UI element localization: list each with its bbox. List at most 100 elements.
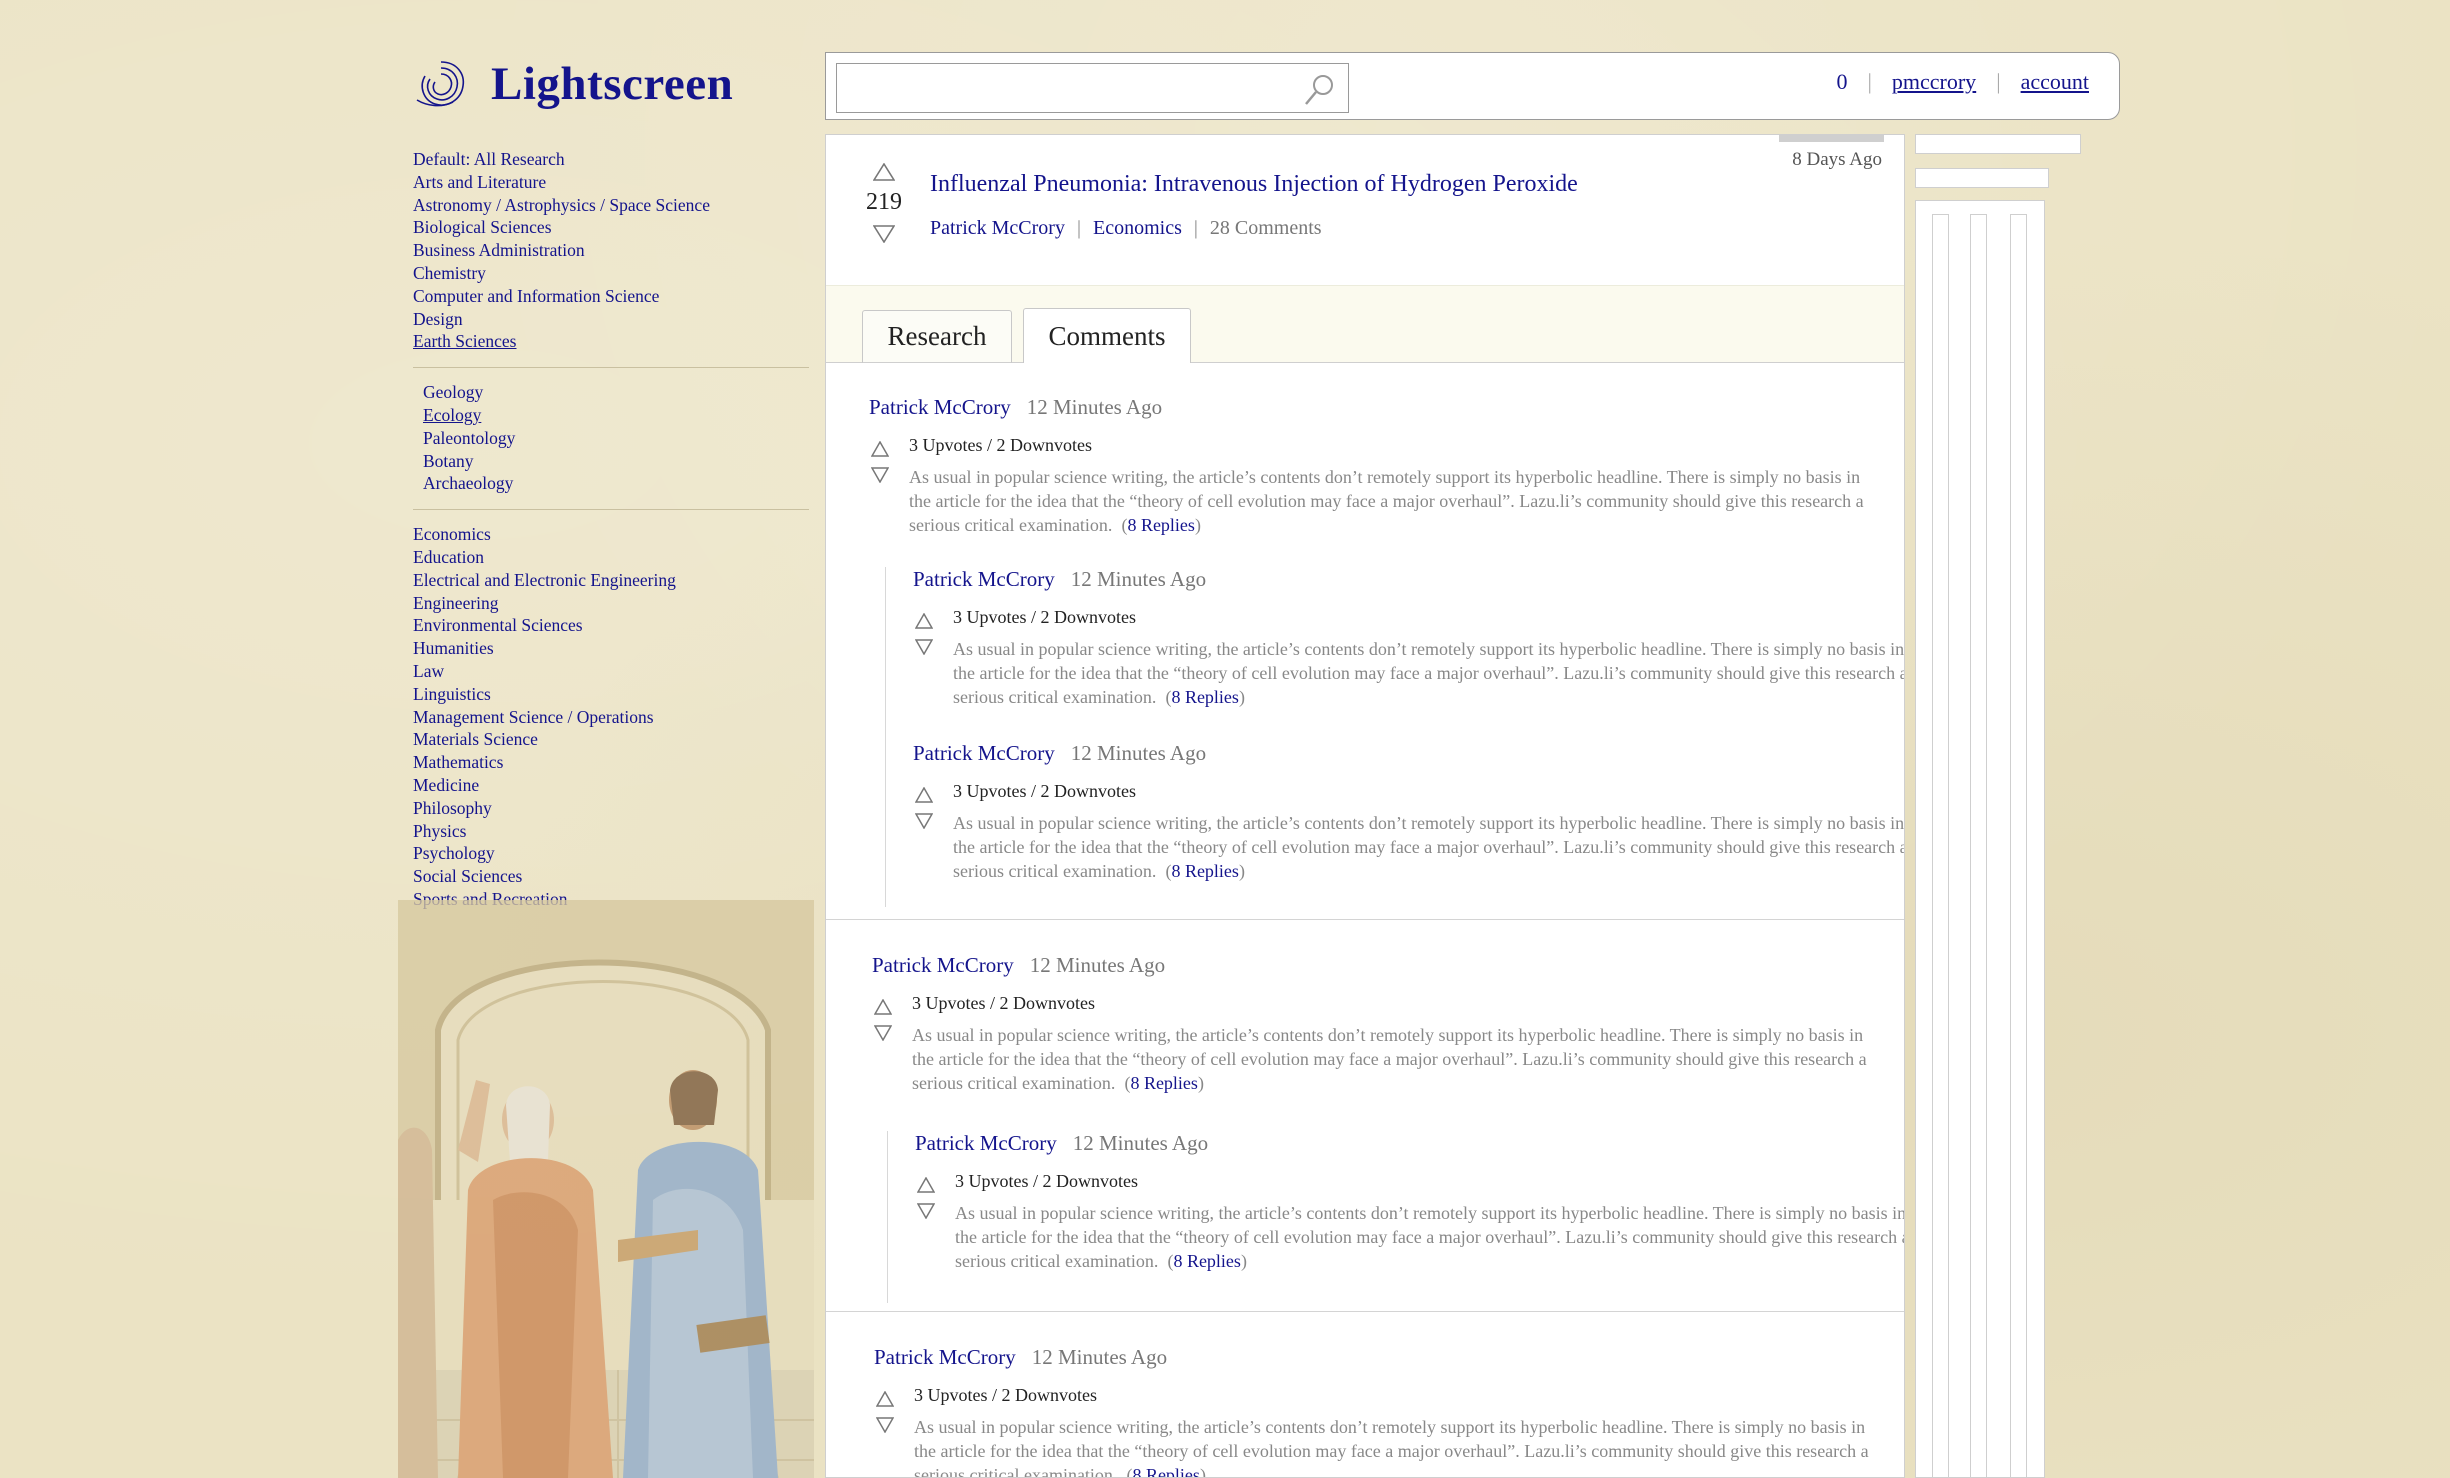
downvote-icon[interactable] [917,1203,935,1219]
downvote-icon[interactable] [874,1025,892,1041]
category-list: Default: All Research Arts and Literatur… [413,148,809,911]
replies-link[interactable]: 8 Replies [1127,515,1195,535]
category-economics[interactable]: Economics [413,523,809,546]
meta-separator: | [1076,217,1081,239]
search-input[interactable] [843,70,1287,108]
upvote-icon[interactable] [873,163,895,181]
category-management-science[interactable]: Management Science / Operations [413,706,809,729]
subcategory-botany[interactable]: Botany [413,450,809,473]
comment-time: 12 Minutes Ago [1029,953,1166,977]
thread-separator [826,919,1904,920]
rail-column [1970,214,1987,1478]
tab-comments[interactable]: Comments [1023,308,1191,363]
comment-author[interactable]: Patrick McCrory [869,395,1011,419]
replies-link[interactable]: 8 Replies [1171,861,1239,881]
comment-time: 12 Minutes Ago [1070,567,1207,591]
comment-vote [915,787,935,839]
upvote-icon[interactable] [871,441,889,457]
upvote-icon[interactable] [915,787,933,803]
category-mathematics[interactable]: Mathematics [413,751,809,774]
upvote-icon[interactable] [874,999,892,1015]
category-biology[interactable]: Biological Sciences [413,216,809,239]
decorative-painting [398,900,814,1478]
category-business[interactable]: Business Administration [413,239,809,262]
comment-vote [917,1177,937,1229]
category-chemistry[interactable]: Chemistry [413,262,809,285]
article-author[interactable]: Patrick McCrory [930,217,1065,239]
upvote-icon[interactable] [917,1177,935,1193]
comment-body: As usual in popular science writing, the… [914,1417,1869,1478]
replies-link[interactable]: 8 Replies [1130,1073,1198,1093]
category-linguistics[interactable]: Linguistics [413,683,809,706]
category-humanities[interactable]: Humanities [413,637,809,660]
article-title[interactable]: Influenzal Pneumonia: Intravenous Inject… [930,171,1578,198]
replies-link[interactable]: 8 Replies [1132,1465,1200,1477]
downvote-icon[interactable] [915,813,933,829]
comment-vote-tally: 3 Upvotes / 2 Downvotes [955,1171,1138,1191]
subcategory-archaeology[interactable]: Archaeology [413,472,809,495]
category-default[interactable]: Default: All Research [413,148,809,171]
comment-vote [915,613,935,665]
account-link[interactable]: account [2021,69,2089,95]
comment: Patrick McCrory 12 Minutes Ago 3 Upvotes … [869,395,1864,535]
category-computer-science[interactable]: Computer and Information Science [413,285,809,308]
replies-link[interactable]: 8 Replies [1171,687,1239,707]
category-medicine[interactable]: Medicine [413,774,809,797]
comment-author[interactable]: Patrick McCrory [872,953,1014,977]
category-social-sciences[interactable]: Social Sciences [413,865,809,888]
article-panel: 8 Days Ago 219 Influenzal Pneumonia: Int… [825,134,1905,1478]
category-philosophy[interactable]: Philosophy [413,797,809,820]
comment-vote [874,999,894,1051]
comment-reply: Patrick McCrory 12 Minutes Ago 3 Upvotes … [913,741,1904,881]
comment-text: As usual in popular science writing, the… [912,1025,1867,1093]
logo-icon [416,61,465,107]
comment-text: As usual in popular science writing, the… [953,637,1904,709]
meta-separator: | [1193,217,1198,239]
category-design[interactable]: Design [413,308,809,331]
subcategory-paleontology[interactable]: Paleontology [413,427,809,450]
search-icon[interactable] [1302,71,1338,107]
comment-vote-tally: 3 Upvotes / 2 Downvotes [912,993,1095,1013]
upvote-icon[interactable] [876,1391,894,1407]
category-engineering[interactable]: Engineering [413,592,809,615]
category-electrical-engineering[interactable]: Electrical and Electronic Engineering [413,569,809,592]
right-rail [1915,134,2085,1478]
comment: Patrick McCrory 12 Minutes Ago 3 Upvotes … [872,953,1867,1093]
comment-vote-tally: 3 Upvotes / 2 Downvotes [953,781,1136,801]
category-arts[interactable]: Arts and Literature [413,171,809,194]
category-law[interactable]: Law [413,660,809,683]
search-box [836,63,1349,113]
subcategory-geology[interactable]: Geology [413,381,809,404]
category-environmental-sciences[interactable]: Environmental Sciences [413,614,809,637]
notifications-count[interactable]: 0 [1836,69,1847,95]
category-astronomy[interactable]: Astronomy / Astrophysics / Space Science [413,194,809,217]
username-link[interactable]: pmccrory [1892,69,1976,95]
thread-line [885,567,886,907]
downvote-icon[interactable] [915,639,933,655]
category-education[interactable]: Education [413,546,809,569]
article-comments-count[interactable]: 28 Comments [1210,217,1322,239]
comment-reply: Patrick McCrory 12 Minutes Ago 3 Upvotes … [913,567,1904,707]
tab-research[interactable]: Research [862,310,1012,363]
comment-author[interactable]: Patrick McCrory [915,1131,1057,1155]
category-earth-sciences[interactable]: Earth Sciences [413,330,809,353]
comment-author[interactable]: Patrick McCrory [913,741,1055,765]
left-sidebar: Lightscreen Default: All Research Arts a… [398,0,814,1478]
downvote-icon[interactable] [871,467,889,483]
replies-link[interactable]: 8 Replies [1173,1251,1241,1271]
article-category[interactable]: Economics [1093,217,1182,239]
category-materials-science[interactable]: Materials Science [413,728,809,751]
upvote-icon[interactable] [915,613,933,629]
subcategory-ecology[interactable]: Ecology [413,404,809,427]
comment-author[interactable]: Patrick McCrory [874,1345,1016,1369]
rail-column [2010,214,2027,1478]
rail-placeholder [1915,134,2081,154]
logo[interactable]: Lightscreen [413,52,733,116]
comment-author[interactable]: Patrick McCrory [913,567,1055,591]
divider [413,367,809,369]
category-physics[interactable]: Physics [413,820,809,843]
divider [413,509,809,511]
category-psychology[interactable]: Psychology [413,842,809,865]
downvote-icon[interactable] [873,225,895,243]
downvote-icon[interactable] [876,1417,894,1433]
